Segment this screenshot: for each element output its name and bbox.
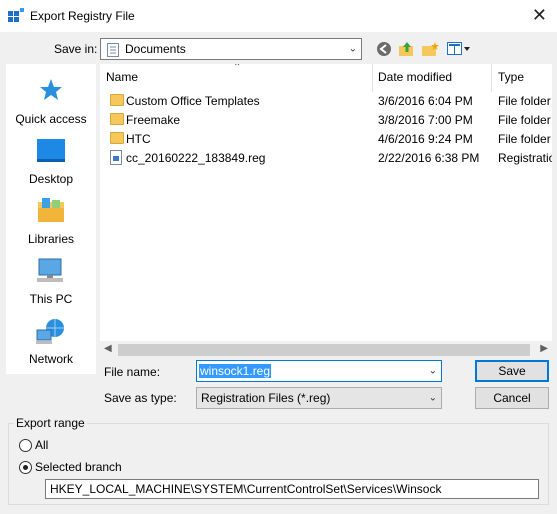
window-title: Export Registry File — [30, 9, 135, 23]
libraries-icon — [38, 198, 64, 222]
registry-file-icon — [110, 150, 122, 165]
title-bar: Export Registry File ✕ — [0, 0, 557, 32]
place-desktop[interactable]: Desktop — [6, 138, 96, 196]
documents-icon — [107, 43, 119, 57]
file-name-label: File name: — [104, 365, 161, 379]
close-icon[interactable]: ✕ — [532, 6, 547, 24]
places-bar: Quick access Desktop Libraries This PC N… — [6, 64, 96, 374]
save-in-value: Documents — [125, 42, 186, 56]
save-in-label: Save in: — [54, 42, 98, 56]
chevron-down-icon: ⌄ — [428, 392, 437, 404]
column-header: ⌃ Name Date modified Type — [100, 64, 552, 92]
folder-icon — [110, 113, 124, 125]
desktop-icon — [37, 139, 65, 162]
file-row[interactable]: cc_20160222_183849.reg 2/22/2016 6:38 PM… — [100, 149, 552, 168]
place-this-pc[interactable]: This PC — [6, 258, 96, 316]
folder-icon — [110, 94, 124, 106]
export-range-title: Export range — [14, 416, 87, 430]
all-radio-label[interactable]: All — [35, 438, 48, 452]
horizontal-scrollbar[interactable]: ◀ ▶ — [100, 341, 552, 359]
save-as-type-label: Save as type: — [104, 391, 177, 405]
column-divider[interactable] — [491, 64, 492, 92]
file-list[interactable]: ⌃ Name Date modified Type Custom Office … — [100, 64, 552, 359]
scroll-thumb[interactable] — [118, 344, 530, 356]
scroll-left-icon[interactable]: ◀ — [104, 343, 112, 354]
file-name-input[interactable]: winsock1.reg ⌄ — [196, 360, 442, 382]
save-as-type-select[interactable]: Registration Files (*.reg) ⌄ — [196, 387, 442, 409]
column-divider[interactable] — [372, 64, 373, 92]
save-as-type-value: Registration Files (*.reg) — [201, 391, 331, 405]
file-row[interactable]: Freemake 3/8/2016 7:00 PM File folder — [100, 111, 552, 130]
save-in-combo[interactable]: Documents ⌄ — [100, 38, 362, 60]
column-date-modified[interactable]: Date modified — [378, 70, 452, 84]
network-icon — [36, 319, 64, 344]
branch-path-input[interactable]: HKEY_LOCAL_MACHINE\SYSTEM\CurrentControl… — [45, 479, 539, 499]
scroll-right-icon[interactable]: ▶ — [540, 343, 548, 354]
all-radio[interactable] — [19, 439, 32, 452]
new-folder-icon[interactable] — [420, 39, 440, 59]
this-pc-icon — [37, 258, 63, 282]
sort-up-icon: ⌃ — [233, 64, 242, 73]
file-row[interactable]: HTC 4/6/2016 9:24 PM File folder — [100, 130, 552, 149]
cancel-button[interactable]: Cancel — [475, 387, 549, 409]
selected-branch-label[interactable]: Selected branch — [35, 460, 122, 474]
file-row[interactable]: Custom Office Templates 3/6/2016 6:04 PM… — [100, 92, 552, 111]
folder-icon — [110, 132, 124, 144]
column-name[interactable]: Name — [106, 70, 138, 84]
registry-editor-icon — [8, 8, 24, 22]
file-name-value: winsock1.reg — [199, 364, 272, 378]
selected-branch-radio[interactable] — [19, 461, 32, 474]
save-button[interactable]: Save — [475, 360, 549, 382]
chevron-down-icon: ⌄ — [348, 43, 357, 55]
view-menu-icon[interactable] — [446, 39, 472, 59]
place-network[interactable]: Network — [6, 318, 96, 376]
column-type[interactable]: Type — [498, 70, 524, 84]
quick-access-icon — [40, 79, 62, 100]
place-quick-access[interactable]: Quick access — [6, 78, 96, 136]
place-libraries[interactable]: Libraries — [6, 198, 96, 256]
chevron-down-icon[interactable]: ⌄ — [429, 366, 437, 377]
back-icon[interactable] — [374, 39, 394, 59]
up-folder-icon[interactable] — [397, 39, 417, 59]
